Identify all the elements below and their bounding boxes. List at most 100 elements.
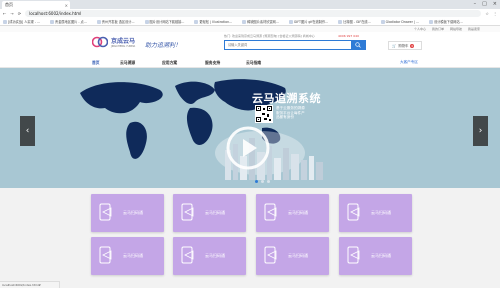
- search-button[interactable]: [351, 41, 365, 49]
- phone-scan-icon: [99, 246, 112, 264]
- service-card[interactable]: 云马扫码通: [91, 194, 164, 232]
- phone-scan-icon: [347, 246, 360, 264]
- search-icon: [355, 42, 361, 48]
- banner-text: 基于云服务的溯源服务平台让每件产品都有身份: [276, 106, 305, 120]
- logo[interactable]: 京成云马 JINGCHENG YUNMA: [92, 35, 135, 49]
- cart-button[interactable]: 🛒 购物车 0: [388, 41, 422, 50]
- bookmark[interactable]: 图片设计网站下载链接...: [144, 19, 184, 24]
- carousel-dot[interactable]: [255, 180, 258, 183]
- cart-count: 0: [410, 43, 415, 48]
- logo-name: 京成云马: [111, 38, 136, 45]
- close-window-icon[interactable]: ×: [493, 1, 497, 7]
- bookmark-icon: [96, 19, 101, 24]
- nav-item-trace[interactable]: 云马溯源: [120, 60, 135, 66]
- chevron-left-icon: ‹: [25, 126, 30, 136]
- window-controls: – □ ×: [474, 1, 497, 7]
- menu-icon[interactable]: ⋮: [493, 11, 497, 16]
- card-label: 云马扫码通: [288, 253, 308, 258]
- bookmark[interactable]: [成功实战] 人实现 - ...: [3, 19, 40, 24]
- banner-title: 云马追溯系统: [252, 92, 321, 105]
- service-card[interactable]: 云马扫码通: [339, 237, 412, 275]
- bookmark-icon: [288, 19, 293, 24]
- card-label: 云马扫码通: [288, 210, 308, 215]
- bookmark-icon: [338, 19, 343, 24]
- maximize-icon[interactable]: □: [482, 1, 487, 7]
- chevron-right-icon: ›: [478, 126, 483, 136]
- phone-scan-icon: [181, 203, 194, 221]
- carousel-dots: [255, 180, 270, 183]
- bookmark[interactable]: GIFT图片 gif在线制作...: [288, 19, 328, 24]
- hot-keywords[interactable]: 热门: 欢迎来到京成云马溯源 [溯源查询] [合格证] [溯源码] 商城中心: [224, 34, 315, 38]
- world-map-graphic: [80, 79, 323, 180]
- bookmark[interactable]: 比特图 - GIF在线...: [338, 19, 371, 24]
- minimize-icon[interactable]: –: [474, 1, 477, 7]
- phone-scan-icon: [264, 246, 277, 264]
- service-card[interactable]: 云马扫码通: [256, 237, 329, 275]
- nav-item-home[interactable]: 首页: [92, 60, 100, 66]
- bookmark[interactable]: 更轻松 | Illustration...: [194, 19, 232, 24]
- bookmark-icon: [380, 19, 385, 24]
- topbar-link[interactable]: 网站导航: [450, 27, 462, 31]
- search-input[interactable]: [225, 41, 351, 49]
- carousel-dot[interactable]: [261, 180, 264, 183]
- bookmark-icon: [429, 19, 434, 24]
- vip-link[interactable]: 大客户专区: [400, 60, 418, 65]
- service-card[interactable]: 云马扫码通: [339, 194, 412, 232]
- service-grid: 云马扫码通 云马扫码通 云马扫码通 云马扫码通 云马扫码通 云马扫码通 云马扫码…: [0, 188, 500, 283]
- address-bar: ← → ⟳ localhost:6002/index.html ☆ ⋮: [0, 9, 500, 18]
- nav-item-support[interactable]: 服务支持: [205, 60, 220, 66]
- card-label: 云马扫码通: [123, 210, 143, 215]
- bookmark[interactable]: 设计模板下载网站...: [429, 19, 463, 24]
- phone-scan-icon: [347, 203, 360, 221]
- reload-icon[interactable]: ⟳: [18, 11, 21, 16]
- card-label: 云马扫码通: [371, 253, 391, 258]
- carousel-dot[interactable]: [267, 180, 270, 183]
- prev-slide-button[interactable]: ‹: [20, 116, 35, 146]
- slogan: 助力追溯利！: [145, 42, 182, 49]
- phone-number: 4006 997 040: [338, 34, 359, 38]
- bookmark-icon: [144, 19, 149, 24]
- hero-banner: 云马追溯系统 基于云服务的溯源服务平台让每件产品都有身份 ‹ ›: [0, 68, 500, 188]
- topbar-link[interactable]: 我是卖家: [468, 27, 480, 31]
- search-box: [224, 40, 366, 50]
- bookmark[interactable]: 稀缺图片素材欣赏网...: [242, 19, 279, 24]
- phone-scan-icon: [99, 203, 112, 221]
- url-field[interactable]: localhost:6002/index.html: [25, 10, 482, 17]
- bookmark-icon: [194, 19, 199, 24]
- browser-tabbar: 首页 × – □ ×: [0, 0, 500, 9]
- card-label: 云马扫码通: [205, 210, 225, 215]
- bookmark[interactable]: Gladiator Drawer | ...: [380, 19, 419, 24]
- cart-icon: 🛒: [392, 43, 397, 48]
- card-label: 云马扫码通: [205, 253, 225, 258]
- status-bar: localhost:6002/index.html#: [0, 281, 60, 288]
- forward-icon[interactable]: →: [10, 11, 13, 16]
- qr-code: [255, 105, 273, 123]
- service-card[interactable]: 云马扫码通: [173, 237, 246, 275]
- bookmark-icon: [242, 19, 247, 24]
- tab-title: 首页: [5, 2, 13, 7]
- phone-scan-icon: [181, 246, 194, 264]
- next-slide-button[interactable]: ›: [473, 116, 488, 146]
- site-header: 京成云马 JINGCHENG YUNMA 助力追溯利！ 热门: 欢迎来到京成云马…: [0, 32, 500, 58]
- bookmarks-bar: [成功实战] 人实现 - ... 贵金属地区图片 - 点... 贵州开发板 选区…: [0, 18, 500, 26]
- back-icon[interactable]: ←: [3, 11, 6, 16]
- bookmark[interactable]: 贵金属地区图片 - 点...: [50, 19, 87, 24]
- topbar-link[interactable]: 个人中心: [414, 27, 426, 31]
- browser-tab[interactable]: 首页 ×: [2, 1, 70, 9]
- bookmark[interactable]: 贵州开发板 选区设计...: [96, 19, 135, 24]
- service-card[interactable]: 云马扫码通: [256, 194, 329, 232]
- service-card[interactable]: 云马扫码通: [173, 194, 246, 232]
- nav-item-guide[interactable]: 云马指南: [246, 60, 261, 66]
- card-label: 云马扫码通: [123, 253, 143, 258]
- topbar-link[interactable]: 我的订单: [432, 27, 444, 31]
- nav-item-solutions[interactable]: 应用方案: [162, 60, 177, 66]
- logo-subtitle: JINGCHENG YUNMA: [111, 45, 136, 48]
- close-icon[interactable]: ×: [65, 3, 68, 8]
- card-label: 云马扫码通: [371, 210, 391, 215]
- service-card[interactable]: 云马扫码通: [91, 237, 164, 275]
- main-nav: 首页 云马溯源 应用方案 服务支持 云马指南 大客户专区: [0, 58, 500, 68]
- star-icon[interactable]: ☆: [485, 11, 489, 16]
- cart-label: 购物车: [398, 44, 409, 48]
- url-text: localhost:6002/index.html: [29, 11, 82, 16]
- bookmark-icon: [50, 19, 55, 24]
